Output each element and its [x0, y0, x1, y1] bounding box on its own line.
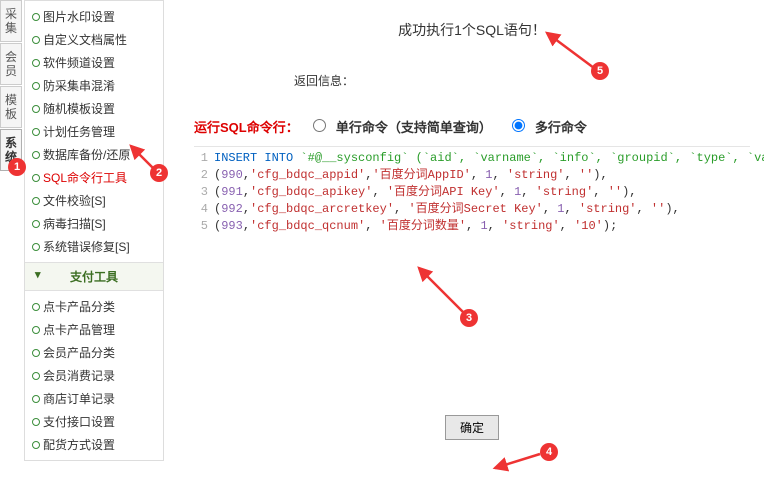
tab-template[interactable]: 模板 — [0, 86, 22, 128]
run-sql-line: 运行SQL命令行： 单行命令（支持简单查询） 多行命令 — [194, 113, 750, 140]
sidebar-menu-system: 图片水印设置 自定义文档属性 软件频道设置 防采集串混淆 随机模板设置 计划任务… — [25, 1, 163, 262]
tab-collect[interactable]: 采集 — [0, 0, 22, 42]
radio-multi-line[interactable] — [512, 119, 525, 132]
sidebar-item[interactable]: 点卡产品管理 — [25, 318, 163, 341]
sidebar-section-label: 支付工具 — [70, 270, 118, 284]
code-line: (991,'cfg_bdqc_apikey', '百度分词API Key', 1… — [214, 184, 637, 201]
chevron-down-icon: ▾ — [35, 268, 41, 281]
annotation-badge-3: 3 — [460, 309, 478, 327]
annotation-badge-4: 4 — [540, 443, 558, 461]
code-line: (990,'cfg_bdqc_appid','百度分词AppID', 1, 's… — [214, 167, 608, 184]
line-number: 1 — [194, 150, 214, 167]
radio-single-line[interactable] — [313, 119, 326, 132]
line-number: 3 — [194, 184, 214, 201]
radio-single-line-label: 单行命令（支持简单查询） — [336, 120, 492, 135]
tab-member[interactable]: 会员 — [0, 43, 22, 85]
sidebar-item[interactable]: 文件校验[S] — [25, 189, 163, 212]
confirm-button[interactable]: 确定 — [445, 415, 499, 440]
sidebar-item[interactable]: 商店订单记录 — [25, 387, 163, 410]
return-info-label: 返回信息： — [294, 72, 750, 89]
sidebar-item[interactable]: 会员产品分类 — [25, 341, 163, 364]
code-line: INSERT INTO `#@__sysconfig` (`aid`, `var… — [214, 150, 764, 167]
radio-multi-line-label: 多行命令 — [535, 120, 587, 135]
vertical-tabs: 采集 会员 模板 系统 — [0, 0, 22, 172]
sidebar-item[interactable]: 随机模板设置 — [25, 97, 163, 120]
annotation-badge-2: 2 — [150, 164, 168, 182]
sidebar-item[interactable]: 图片水印设置 — [25, 5, 163, 28]
sidebar-item[interactable]: 病毒扫描[S] — [25, 212, 163, 235]
sidebar-item[interactable]: 会员消费记录 — [25, 364, 163, 387]
sidebar-item[interactable]: 点卡产品分类 — [25, 295, 163, 318]
line-number: 2 — [194, 167, 214, 184]
code-line: (992,'cfg_bdqc_arcretkey', '百度分词Secret K… — [214, 201, 680, 218]
sidebar-item[interactable]: 系统错误修复[S] — [25, 235, 163, 258]
annotation-badge-1: 1 — [8, 158, 26, 176]
sql-editor[interactable]: 1INSERT INTO `#@__sysconfig` (`aid`, `va… — [194, 146, 750, 245]
main-panel: 成功执行1个SQL语句！ 返回信息： 运行SQL命令行： 单行命令（支持简单查询… — [180, 0, 764, 500]
line-number: 4 — [194, 201, 214, 218]
sidebar-item[interactable]: 配货方式设置 — [25, 433, 163, 456]
run-sql-label: 运行SQL命令行： — [194, 120, 299, 135]
annotation-badge-5: 5 — [591, 62, 609, 80]
code-line: (993,'cfg_bdqc_qcnum', '百度分词数量', 1, 'str… — [214, 218, 617, 235]
arrow-icon — [490, 450, 545, 474]
sidebar-section-pay[interactable]: ▾ 支付工具 — [25, 262, 163, 291]
sidebar-item[interactable]: 自定义文档属性 — [25, 28, 163, 51]
button-row: 确定 — [194, 415, 750, 440]
sidebar-item[interactable]: 软件频道设置 — [25, 51, 163, 74]
sidebar-menu-pay: 点卡产品分类 点卡产品管理 会员产品分类 会员消费记录 商店订单记录 支付接口设… — [25, 291, 163, 460]
sidebar: 图片水印设置 自定义文档属性 软件频道设置 防采集串混淆 随机模板设置 计划任务… — [24, 0, 164, 461]
sidebar-item[interactable]: 支付接口设置 — [25, 410, 163, 433]
success-message: 成功执行1个SQL语句！ — [194, 20, 750, 40]
line-number: 5 — [194, 218, 214, 235]
sidebar-item[interactable]: 防采集串混淆 — [25, 74, 163, 97]
